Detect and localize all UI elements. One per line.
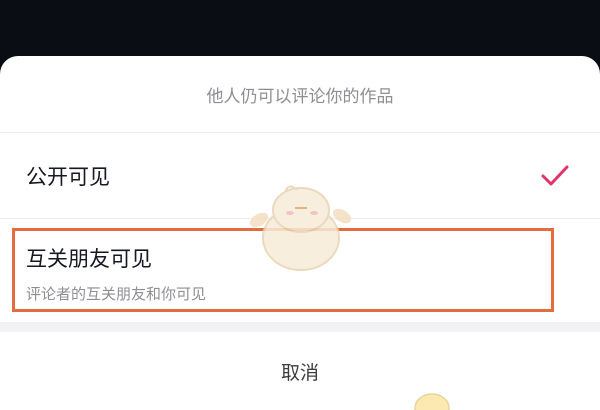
sheet-header-text: 他人仍可以评论你的作品 [206,86,394,107]
section-divider [0,322,600,332]
option-public-label: 公开可见 [26,164,110,189]
cancel-button[interactable]: 取消 [0,332,600,410]
chick-mascot-icon [249,185,352,271]
sheet-header: 他人仍可以评论你的作品 [0,56,600,133]
checkmark-icon [541,165,569,186]
chick-mascot-icon [414,393,450,410]
dimmed-backdrop[interactable] [0,0,600,60]
cancel-button-label: 取消 [280,361,319,384]
option-mutual-friends-description: 评论者的互关朋友和你可见 [26,284,207,303]
